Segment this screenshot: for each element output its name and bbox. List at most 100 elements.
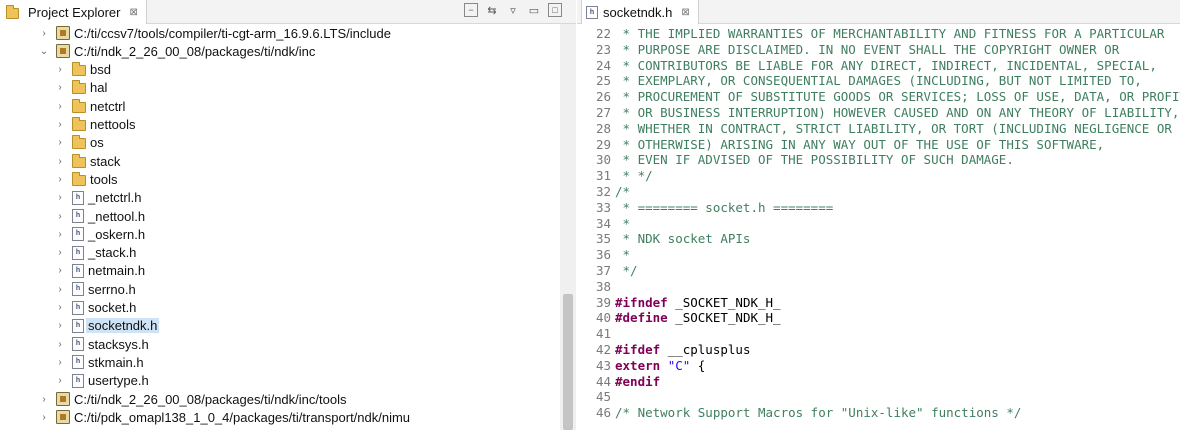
tree-item-label: C:/ti/ndk_2_26_00_08/packages/ti/ndk/inc… [74,391,347,407]
chevron-right-icon[interactable]: › [54,156,66,167]
tree-item-label: C:/ti/pdk_omapl138_1_0_4/packages/ti/tra… [74,409,411,425]
tree-item[interactable]: › stack [54,152,120,170]
code-text: * CONTRIBUTORS BE LIABLE FOR ANY DIRECT,… [615,58,1157,74]
code-text: #ifdef __cplusplus [615,342,750,358]
tree-item[interactable]: › h stkmain.h [54,353,143,371]
tree-item[interactable]: › os [54,134,104,152]
minimize-icon[interactable]: ▭ [527,3,541,17]
code-text: * EVEN IF ADVISED OF THE POSSIBILITY OF … [615,152,1014,168]
code-line: 37 */ [577,263,1180,279]
tree-item-label: serrno.h [88,281,136,297]
chevron-right-icon[interactable]: › [54,211,66,222]
code-token: /* Network Support Macros for "Unix-like… [615,405,1022,421]
tab-socketndk-h[interactable]: h socketndk.h ⊠ [581,0,699,24]
view-menu-icon[interactable]: ▿ [506,3,520,17]
tree-item[interactable]: › h netmain.h [54,262,145,280]
chevron-right-icon[interactable]: › [54,82,66,93]
tree-item[interactable]: › C:/ti/ndk_2_26_00_08/packages/ti/ndk/in… [38,390,346,408]
code-text: */ [615,263,638,279]
code-token: * */ [615,168,653,184]
close-icon[interactable]: ⊠ [129,7,137,18]
code-line: 40 #define _SOCKET_NDK_H_ [577,310,1180,326]
code-line: 41 [577,326,1180,342]
code-line: 28 * WHETHER IN CONTRACT, STRICT LIABILI… [577,121,1180,137]
tree-item[interactable]: › h _nettool.h [54,207,145,225]
chevron-right-icon[interactable]: › [54,320,66,331]
chevron-right-icon[interactable]: › [38,394,50,405]
line-number: 34 [595,215,611,231]
link-with-editor-icon[interactable]: ⇆ [485,3,499,17]
include-library-icon [56,44,70,59]
folder-icon [72,117,86,131]
code-text: /* Network Support Macros for "Unix-like… [615,405,1021,421]
chevron-right-icon[interactable]: › [54,284,66,295]
line-number: 39 [595,294,611,310]
chevron-right-icon[interactable]: › [54,137,66,148]
line-number: 36 [595,247,611,263]
include-library-icon [56,410,70,425]
header-file-icon: h [72,209,84,223]
include-library-icon [56,392,70,406]
code-text: * [615,247,631,263]
chevron-down-icon[interactable]: ⌄ [38,46,50,57]
chevron-right-icon[interactable]: › [54,119,66,130]
chevron-right-icon[interactable]: › [54,302,66,313]
chevron-right-icon[interactable]: › [38,412,50,423]
code-line: 38 [577,279,1180,295]
tab-project-explorer[interactable]: Project Explorer ⊠ [0,0,147,24]
tree-item[interactable]: › netctrl [54,97,125,115]
collapse-all-icon[interactable]: − [464,3,478,17]
tree-item[interactable]: › nettools [54,116,136,134]
code-token: * CONTRIBUTORS BE LIABLE FOR ANY DIRECT,… [615,57,1157,73]
code-line: 46/* Network Support Macros for "Unix-li… [577,405,1180,421]
tree-item[interactable]: › h _oskern.h [54,225,145,243]
tree-item[interactable]: › h serrno.h [54,280,136,298]
code-line: 33 * ======== socket.h ======== [577,200,1180,216]
tree-item-label: C:/ti/ccsv7/tools/compiler/ti-cgt-arm_16… [74,25,391,41]
code-line: 29 * OTHERWISE) ARISING IN ANY WAY OUT O… [577,137,1180,153]
project-explorer-icon [6,4,19,19]
folder-icon [72,80,86,95]
tree-item[interactable]: › bsd [54,61,111,79]
chevron-right-icon[interactable]: › [54,265,66,276]
chevron-right-icon[interactable]: › [54,375,66,386]
tree-item[interactable]: ⌄ C:/ti/ndk_2_26_00_08/packages/ti/ndk/in… [38,42,316,60]
tree-item[interactable]: › h _netctrl.h [54,189,141,207]
tree-item[interactable]: › hal [54,79,107,97]
vertical-scrollbar[interactable] [560,24,576,430]
tree-item[interactable]: › h socket.h [54,299,136,317]
code-line: 43 extern "C" { [577,358,1180,374]
folder-icon [72,171,86,186]
scrollbar-thumb[interactable] [563,294,573,430]
chevron-right-icon[interactable]: › [38,28,50,39]
code-text: /* [615,184,630,200]
code-editor[interactable]: 22 * THE IMPLIED WARRANTIES OF MERCHANTA… [577,24,1180,430]
tree-item[interactable]: › C:/ti/pdk_omapl138_1_0_4/packages/ti/tr… [38,408,410,426]
folder-icon [72,62,86,77]
tree-item-label: _oskern.h [88,226,146,242]
tree-item[interactable]: › h stacksys.h [54,335,148,353]
code-token: * [615,247,631,263]
code-line: 39 #ifndef _SOCKET_NDK_H_ [577,295,1180,311]
chevron-right-icon[interactable]: › [54,357,66,368]
chevron-right-icon[interactable]: › [54,101,66,112]
line-number: 43 [595,357,611,373]
tree-item[interactable]: › C:/ti/ccsv7/tools/compiler/ti-cgt-arm_1… [38,24,391,42]
tree-item[interactable]: › tools [54,170,117,188]
tree-item[interactable]: › h socketndk.h [54,317,160,335]
chevron-right-icon[interactable]: › [54,174,66,185]
chevron-right-icon[interactable]: › [54,229,66,240]
maximize-icon[interactable]: □ [548,3,562,17]
chevron-right-icon[interactable]: › [54,339,66,350]
tree-item-label: C:/ti/ndk_2_26_00_08/packages/ti/ndk/inc [74,43,316,59]
code-token: * EXEMPLARY, OR CONSEQUENTIAL DAMAGES (I… [615,73,1142,89]
line-number: 28 [595,120,611,136]
close-icon[interactable]: ⊠ [681,7,689,18]
code-token: * PURPOSE ARE DISCLAIMED. IN NO EVENT SH… [615,41,1120,57]
tree-item[interactable]: › h usertype.h [54,372,148,390]
tree-item[interactable]: › h _stack.h [54,244,136,262]
chevron-right-icon[interactable]: › [54,64,66,75]
line-number: 37 [595,263,611,278]
chevron-right-icon[interactable]: › [54,247,66,258]
chevron-right-icon[interactable]: › [54,192,66,203]
